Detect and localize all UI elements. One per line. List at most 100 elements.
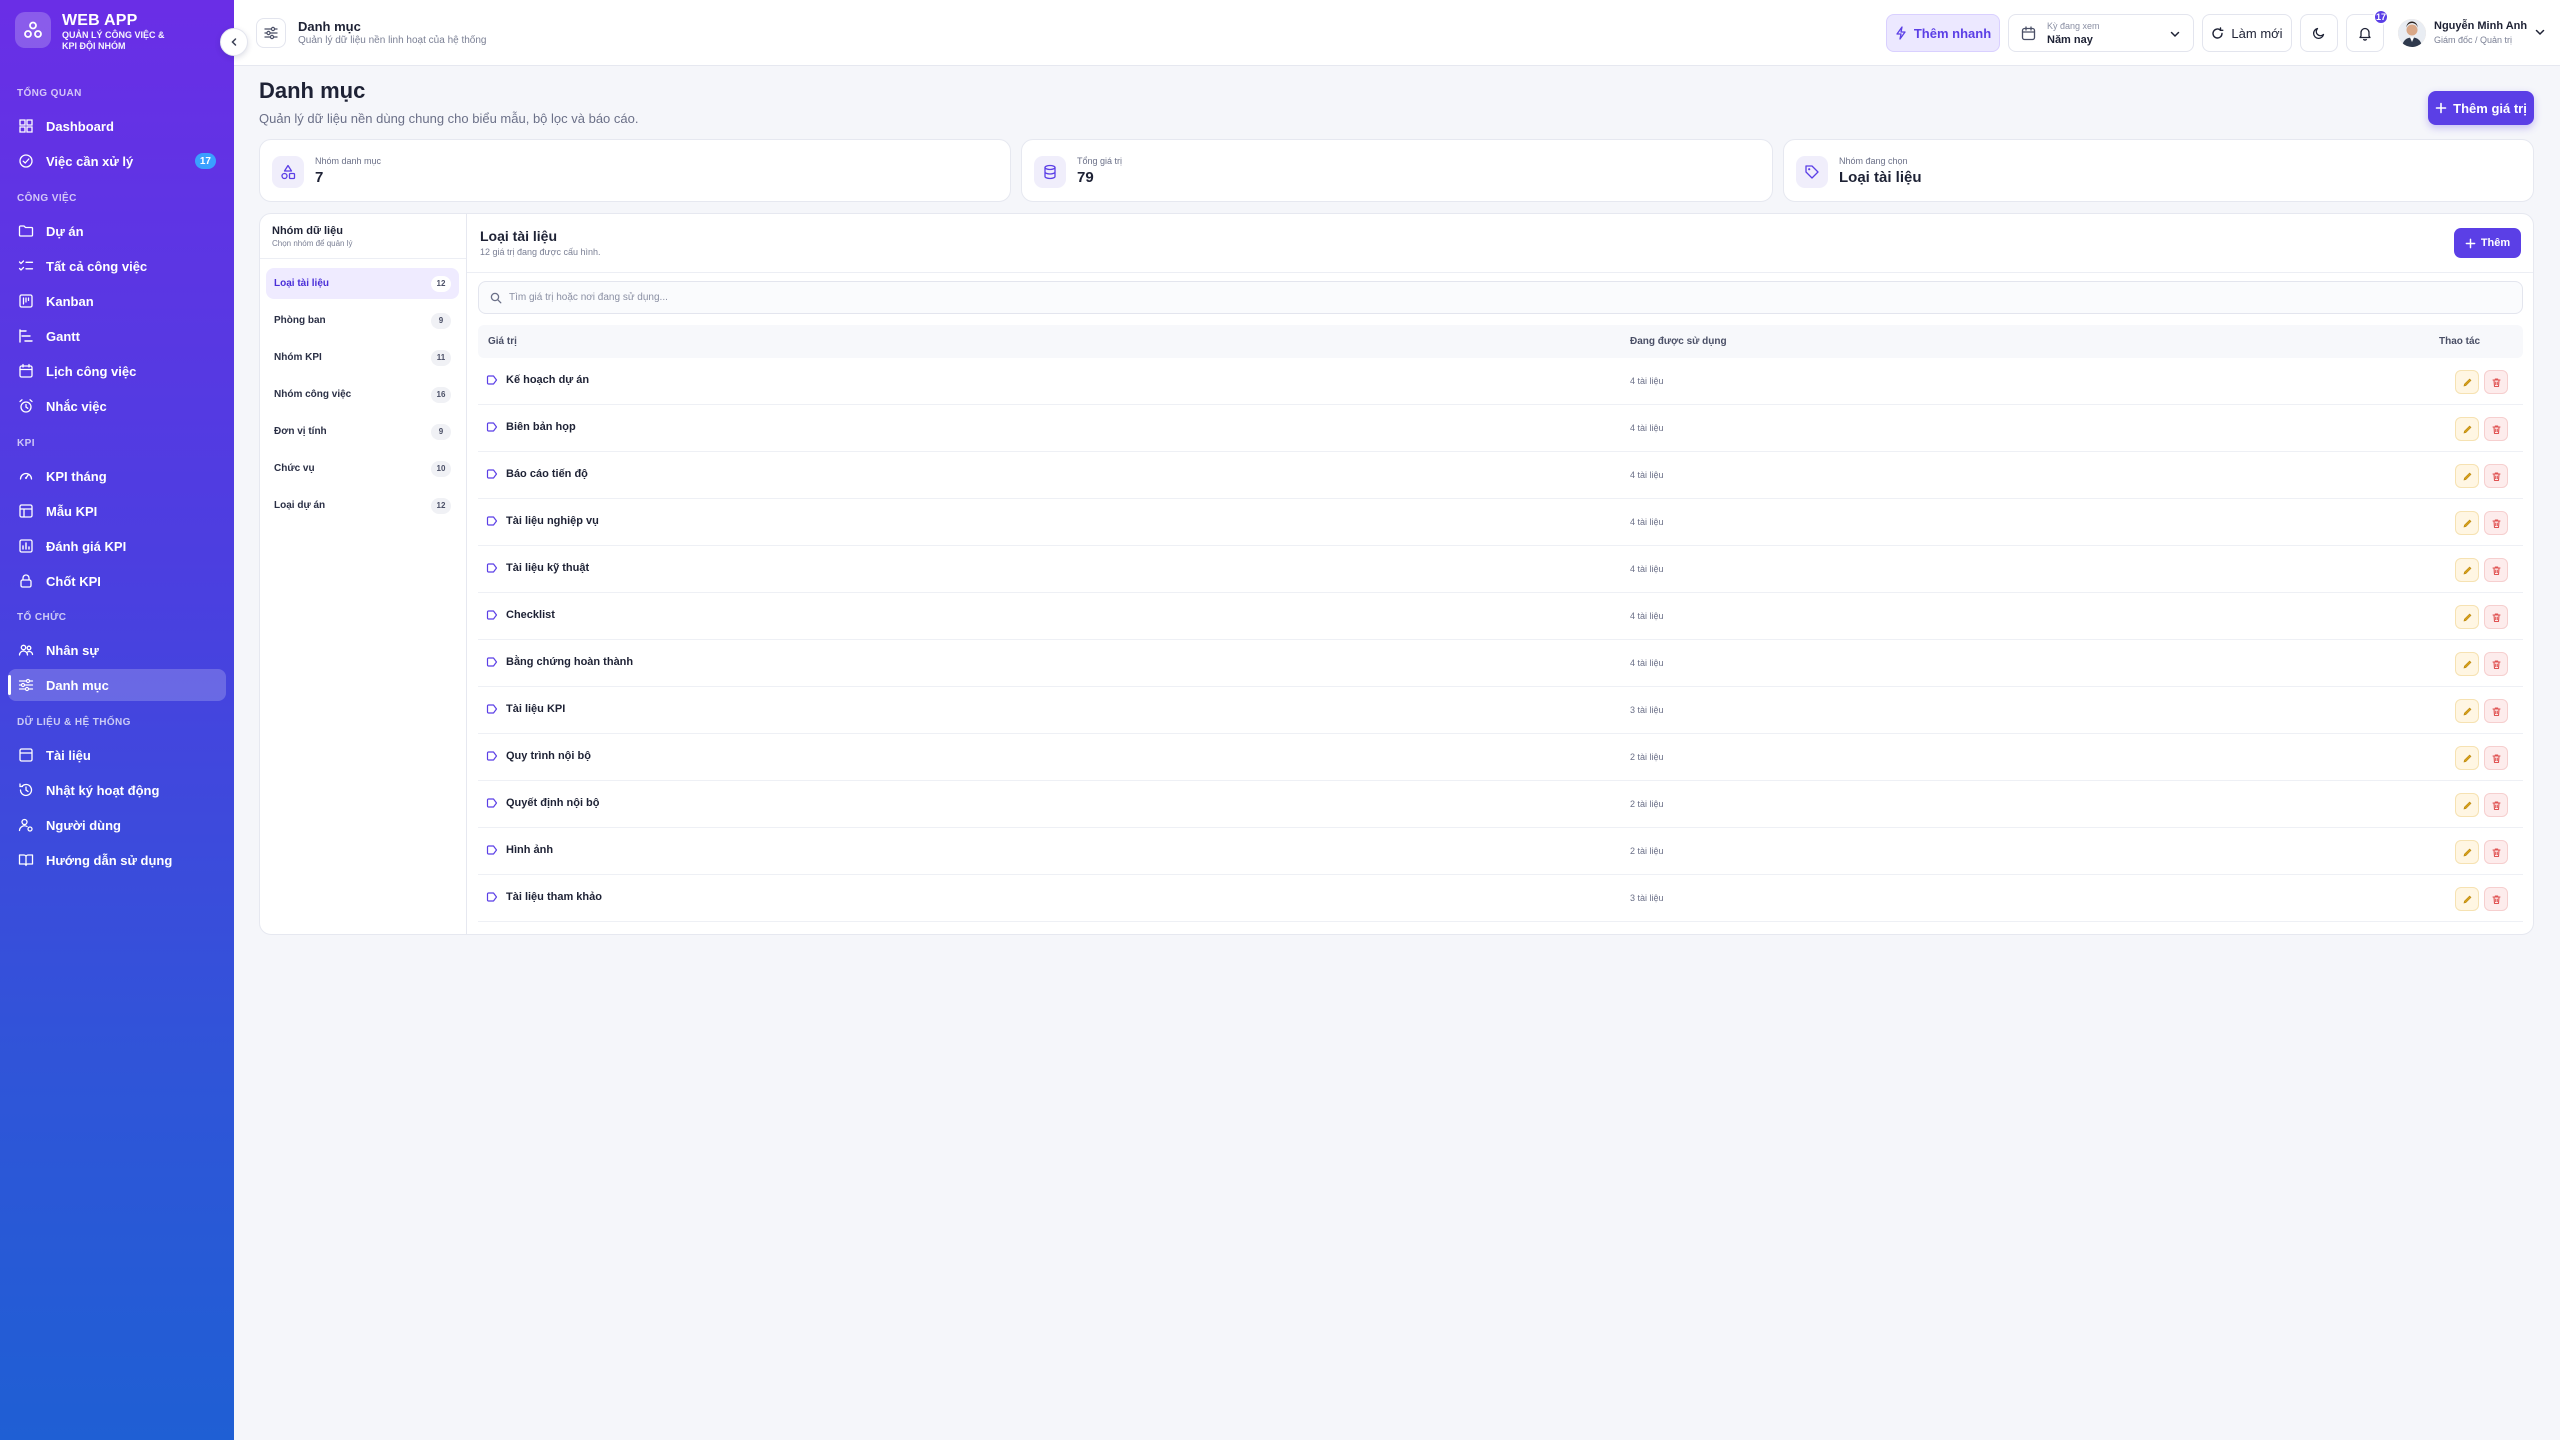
groups-title: Nhóm dữ liệu (272, 225, 343, 237)
delete-button[interactable] (2484, 464, 2508, 488)
sidebar-item-list-check[interactable]: Tất cả công việc (8, 250, 226, 282)
row-value: Tài liệu KPI (506, 703, 566, 715)
tag-icon (486, 421, 498, 433)
delete-button[interactable] (2484, 370, 2508, 394)
sidebar-item-calendar[interactable]: Lịch công việc (8, 355, 226, 387)
sidebar-item-check-circle[interactable]: Việc cần xử lý 17 (8, 145, 226, 177)
delete-button[interactable] (2484, 511, 2508, 535)
add-button[interactable]: Thêm (2454, 228, 2521, 258)
sidebar-item-gantt[interactable]: Gantt (8, 320, 226, 352)
group-item[interactable]: Loại tài liệu 12 (266, 268, 459, 299)
user-menu[interactable]: Nguyễn Minh Anh Giám đốc / Quản trị (2398, 16, 2546, 50)
sidebar-item-kanban[interactable]: Kanban (8, 285, 226, 317)
edit-button[interactable] (2455, 464, 2479, 488)
edit-button[interactable] (2455, 511, 2479, 535)
sidebar-item-folder[interactable]: Dự án (8, 215, 226, 247)
sidebar-item-label: Gantt (46, 328, 80, 344)
divider (260, 258, 466, 259)
group-item[interactable]: Loại dự án 12 (266, 490, 459, 521)
edit-button[interactable] (2455, 699, 2479, 723)
edit-button[interactable] (2455, 793, 2479, 817)
group-item[interactable]: Nhóm công việc 16 (266, 379, 459, 410)
sidebar-item-template[interactable]: Mẫu KPI (8, 495, 226, 527)
row-value: Quy trình nội bộ (506, 750, 591, 762)
theme-toggle-button[interactable] (2300, 14, 2338, 52)
group-item[interactable]: Phòng ban 9 (266, 305, 459, 336)
period-select[interactable]: Kỳ đang xem Năm nay (2008, 14, 2194, 52)
edit-button[interactable] (2455, 605, 2479, 629)
topbar-subtitle: Quản lý dữ liệu nền linh hoạt của hệ thố… (298, 35, 487, 46)
tag-icon (486, 656, 498, 668)
edit-button[interactable] (2455, 652, 2479, 676)
row-usage: 2 tài liệu (1630, 752, 1664, 762)
delete-button[interactable] (2484, 887, 2508, 911)
sidebar-collapse-button[interactable] (220, 28, 248, 56)
edit-button[interactable] (2455, 558, 2479, 582)
grid-icon (18, 118, 34, 134)
refresh-icon (2212, 26, 2224, 39)
sidebar-item-document[interactable]: Tài liệu (8, 739, 226, 771)
row-usage: 4 tài liệu (1630, 470, 1664, 480)
calendar-icon (18, 363, 34, 379)
sidebar-item-gauge[interactable]: KPI tháng (8, 460, 226, 492)
group-item[interactable]: Nhóm KPI 11 (266, 342, 459, 373)
search-input[interactable] (509, 282, 2499, 313)
delete-button[interactable] (2484, 558, 2508, 582)
table-row: Báo cáo tiến độ 4 tài liệu (478, 452, 2523, 499)
table-row: Tài liệu nghiệp vụ 4 tài liệu (478, 499, 2523, 546)
delete-button[interactable] (2484, 793, 2508, 817)
delete-button[interactable] (2484, 746, 2508, 770)
tag-icon (486, 750, 498, 762)
sidebar-section-label: CÔNG VIỆC (17, 193, 77, 204)
brand-title: WEB APP (62, 12, 138, 29)
brand[interactable]: WEB APP QUẢN LÝ CÔNG VIỆC & KPI ĐỘI NHÓM (15, 12, 172, 52)
edit-button[interactable] (2455, 417, 2479, 441)
stat-value: 79 (1077, 169, 1094, 186)
delete-button[interactable] (2484, 699, 2508, 723)
notifications-button[interactable]: 17 (2346, 9, 2389, 52)
sidebar-item-chart[interactable]: Đánh giá KPI (8, 530, 226, 562)
group-item-count: 12 (431, 275, 451, 292)
quick-add-button[interactable]: Thêm nhanh (1886, 14, 2000, 52)
tag-icon (486, 609, 498, 621)
gantt-icon (18, 328, 34, 344)
sidebar-item-grid[interactable]: Dashboard (8, 110, 226, 142)
column-header-actions: Thao tác (2439, 336, 2481, 347)
delete-button[interactable] (2484, 652, 2508, 676)
sidebar-item-user-cog[interactable]: Người dùng (8, 809, 226, 841)
sidebar-item-label: Nhân sự (46, 642, 99, 658)
row-usage: 3 tài liệu (1630, 705, 1664, 715)
sidebar-item-lock[interactable]: Chốt KPI (8, 565, 226, 597)
sidebar-item-history[interactable]: Nhật ký hoạt động (8, 774, 226, 806)
table-row: Quyết định nội bộ 2 tài liệu (478, 781, 2523, 828)
sidebar-section-label: TỔ CHỨC (17, 612, 67, 623)
sliders-icon (18, 677, 34, 693)
row-usage: 4 tài liệu (1630, 658, 1664, 668)
sidebar-item-book[interactable]: Hướng dẫn sử dụng (8, 844, 226, 876)
sidebar-item-label: Chốt KPI (46, 573, 101, 589)
menu-button[interactable] (256, 18, 286, 48)
delete-button[interactable] (2484, 840, 2508, 864)
table-row: Bằng chứng hoàn thành 4 tài liệu (478, 640, 2523, 687)
stat-value: Loại tài liệu (1839, 169, 1922, 186)
group-item-label: Đơn vị tính (274, 426, 327, 437)
edit-button[interactable] (2455, 840, 2479, 864)
group-item[interactable]: Đơn vị tính 9 (266, 416, 459, 447)
group-item-count: 16 (431, 386, 451, 403)
search-box[interactable] (478, 281, 2523, 314)
stat-label: Tổng giá trị (1077, 156, 1123, 166)
add-value-button[interactable]: Thêm giá trị (2428, 91, 2534, 125)
delete-button[interactable] (2484, 605, 2508, 629)
calendar-icon (2021, 26, 2036, 41)
stat-card-total: Tổng giá trị 79 (1021, 139, 1773, 202)
sidebar-item-users[interactable]: Nhân sự (8, 634, 226, 666)
avatar (2398, 19, 2426, 47)
edit-button[interactable] (2455, 370, 2479, 394)
sidebar-item-alarm[interactable]: Nhắc việc (8, 390, 226, 422)
edit-button[interactable] (2455, 887, 2479, 911)
group-item[interactable]: Chức vụ 10 (266, 453, 459, 484)
refresh-button[interactable]: Làm mới (2202, 14, 2292, 52)
edit-button[interactable] (2455, 746, 2479, 770)
delete-button[interactable] (2484, 417, 2508, 441)
sidebar-item-sliders[interactable]: Danh mục (8, 669, 226, 701)
